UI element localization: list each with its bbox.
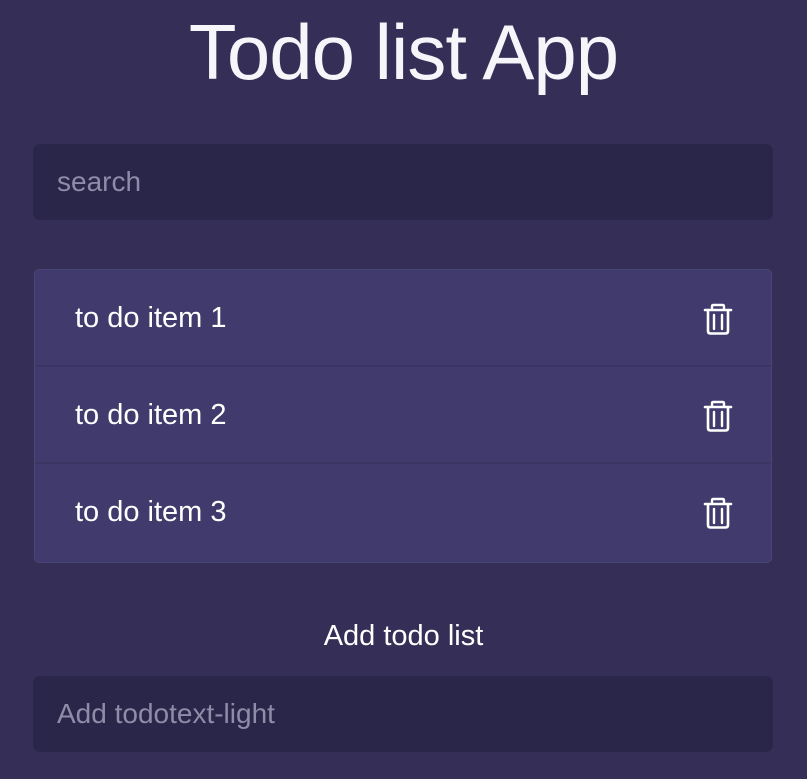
search-input[interactable]: [33, 144, 773, 220]
todo-item: to do item 1: [35, 270, 771, 367]
todo-item: to do item 2: [35, 367, 771, 464]
todo-item-text: to do item 1: [75, 302, 227, 334]
trash-icon[interactable]: [703, 497, 733, 529]
todo-item-text: to do item 3: [75, 496, 227, 528]
todo-list: to do item 1 to do item 2 to do item 3: [34, 269, 772, 563]
todo-item: to do item 3: [35, 464, 771, 561]
todo-item-text: to do item 2: [75, 399, 227, 431]
add-todo-label: Add todo list: [323, 620, 484, 652]
trash-icon[interactable]: [703, 303, 733, 335]
add-todo-input[interactable]: [33, 676, 773, 752]
trash-icon[interactable]: [703, 400, 733, 432]
page-title: Todo list App: [188, 8, 619, 96]
